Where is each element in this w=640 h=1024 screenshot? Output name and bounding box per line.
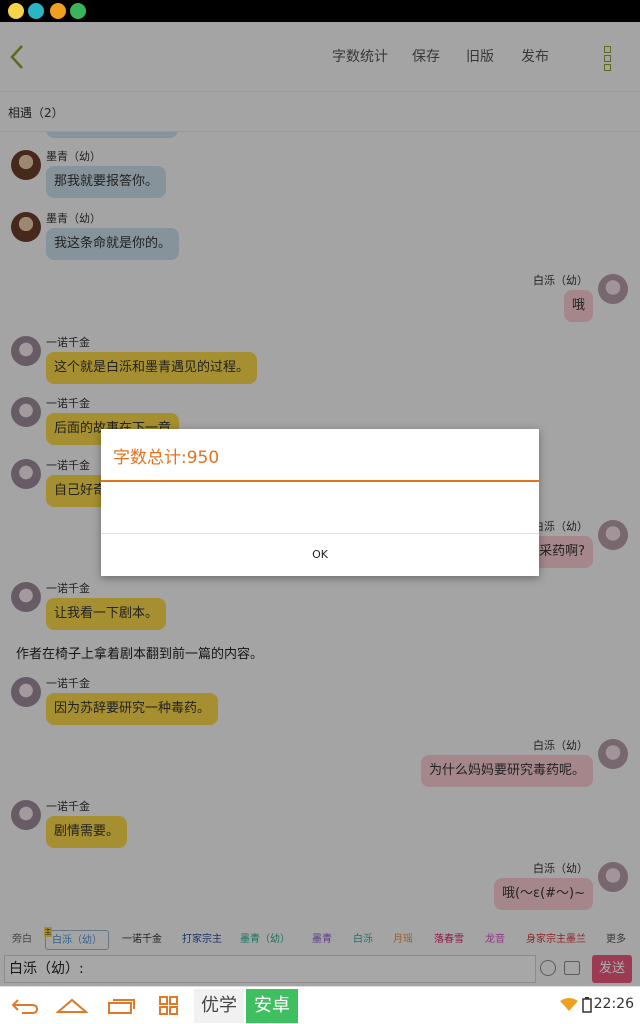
back-icon[interactable]: [10, 996, 40, 1016]
grid-icon[interactable]: [158, 996, 180, 1016]
notification-icon: [8, 3, 24, 19]
clock: 22:26: [593, 996, 634, 1012]
recent-apps-icon[interactable]: [106, 996, 136, 1016]
download-notification-icon: [70, 3, 86, 19]
system-navbar: 优学 安卓 22:26: [0, 986, 640, 1024]
youxue-tab[interactable]: 优学: [194, 989, 244, 1023]
dialog-divider: [101, 480, 539, 482]
anzhuo-tab[interactable]: 安卓: [246, 989, 298, 1023]
word-count-dialog: 字数总计:950 OK: [101, 429, 539, 576]
chat-notification-icon: [28, 3, 44, 19]
status-bar: [0, 0, 640, 22]
dialog-title: 字数总计:950: [113, 448, 220, 468]
home-icon[interactable]: [56, 996, 88, 1016]
battery-icon: [582, 997, 592, 1013]
ok-button[interactable]: OK: [101, 534, 539, 576]
pause-notification-icon: [50, 3, 66, 19]
wifi-icon: [560, 998, 578, 1011]
